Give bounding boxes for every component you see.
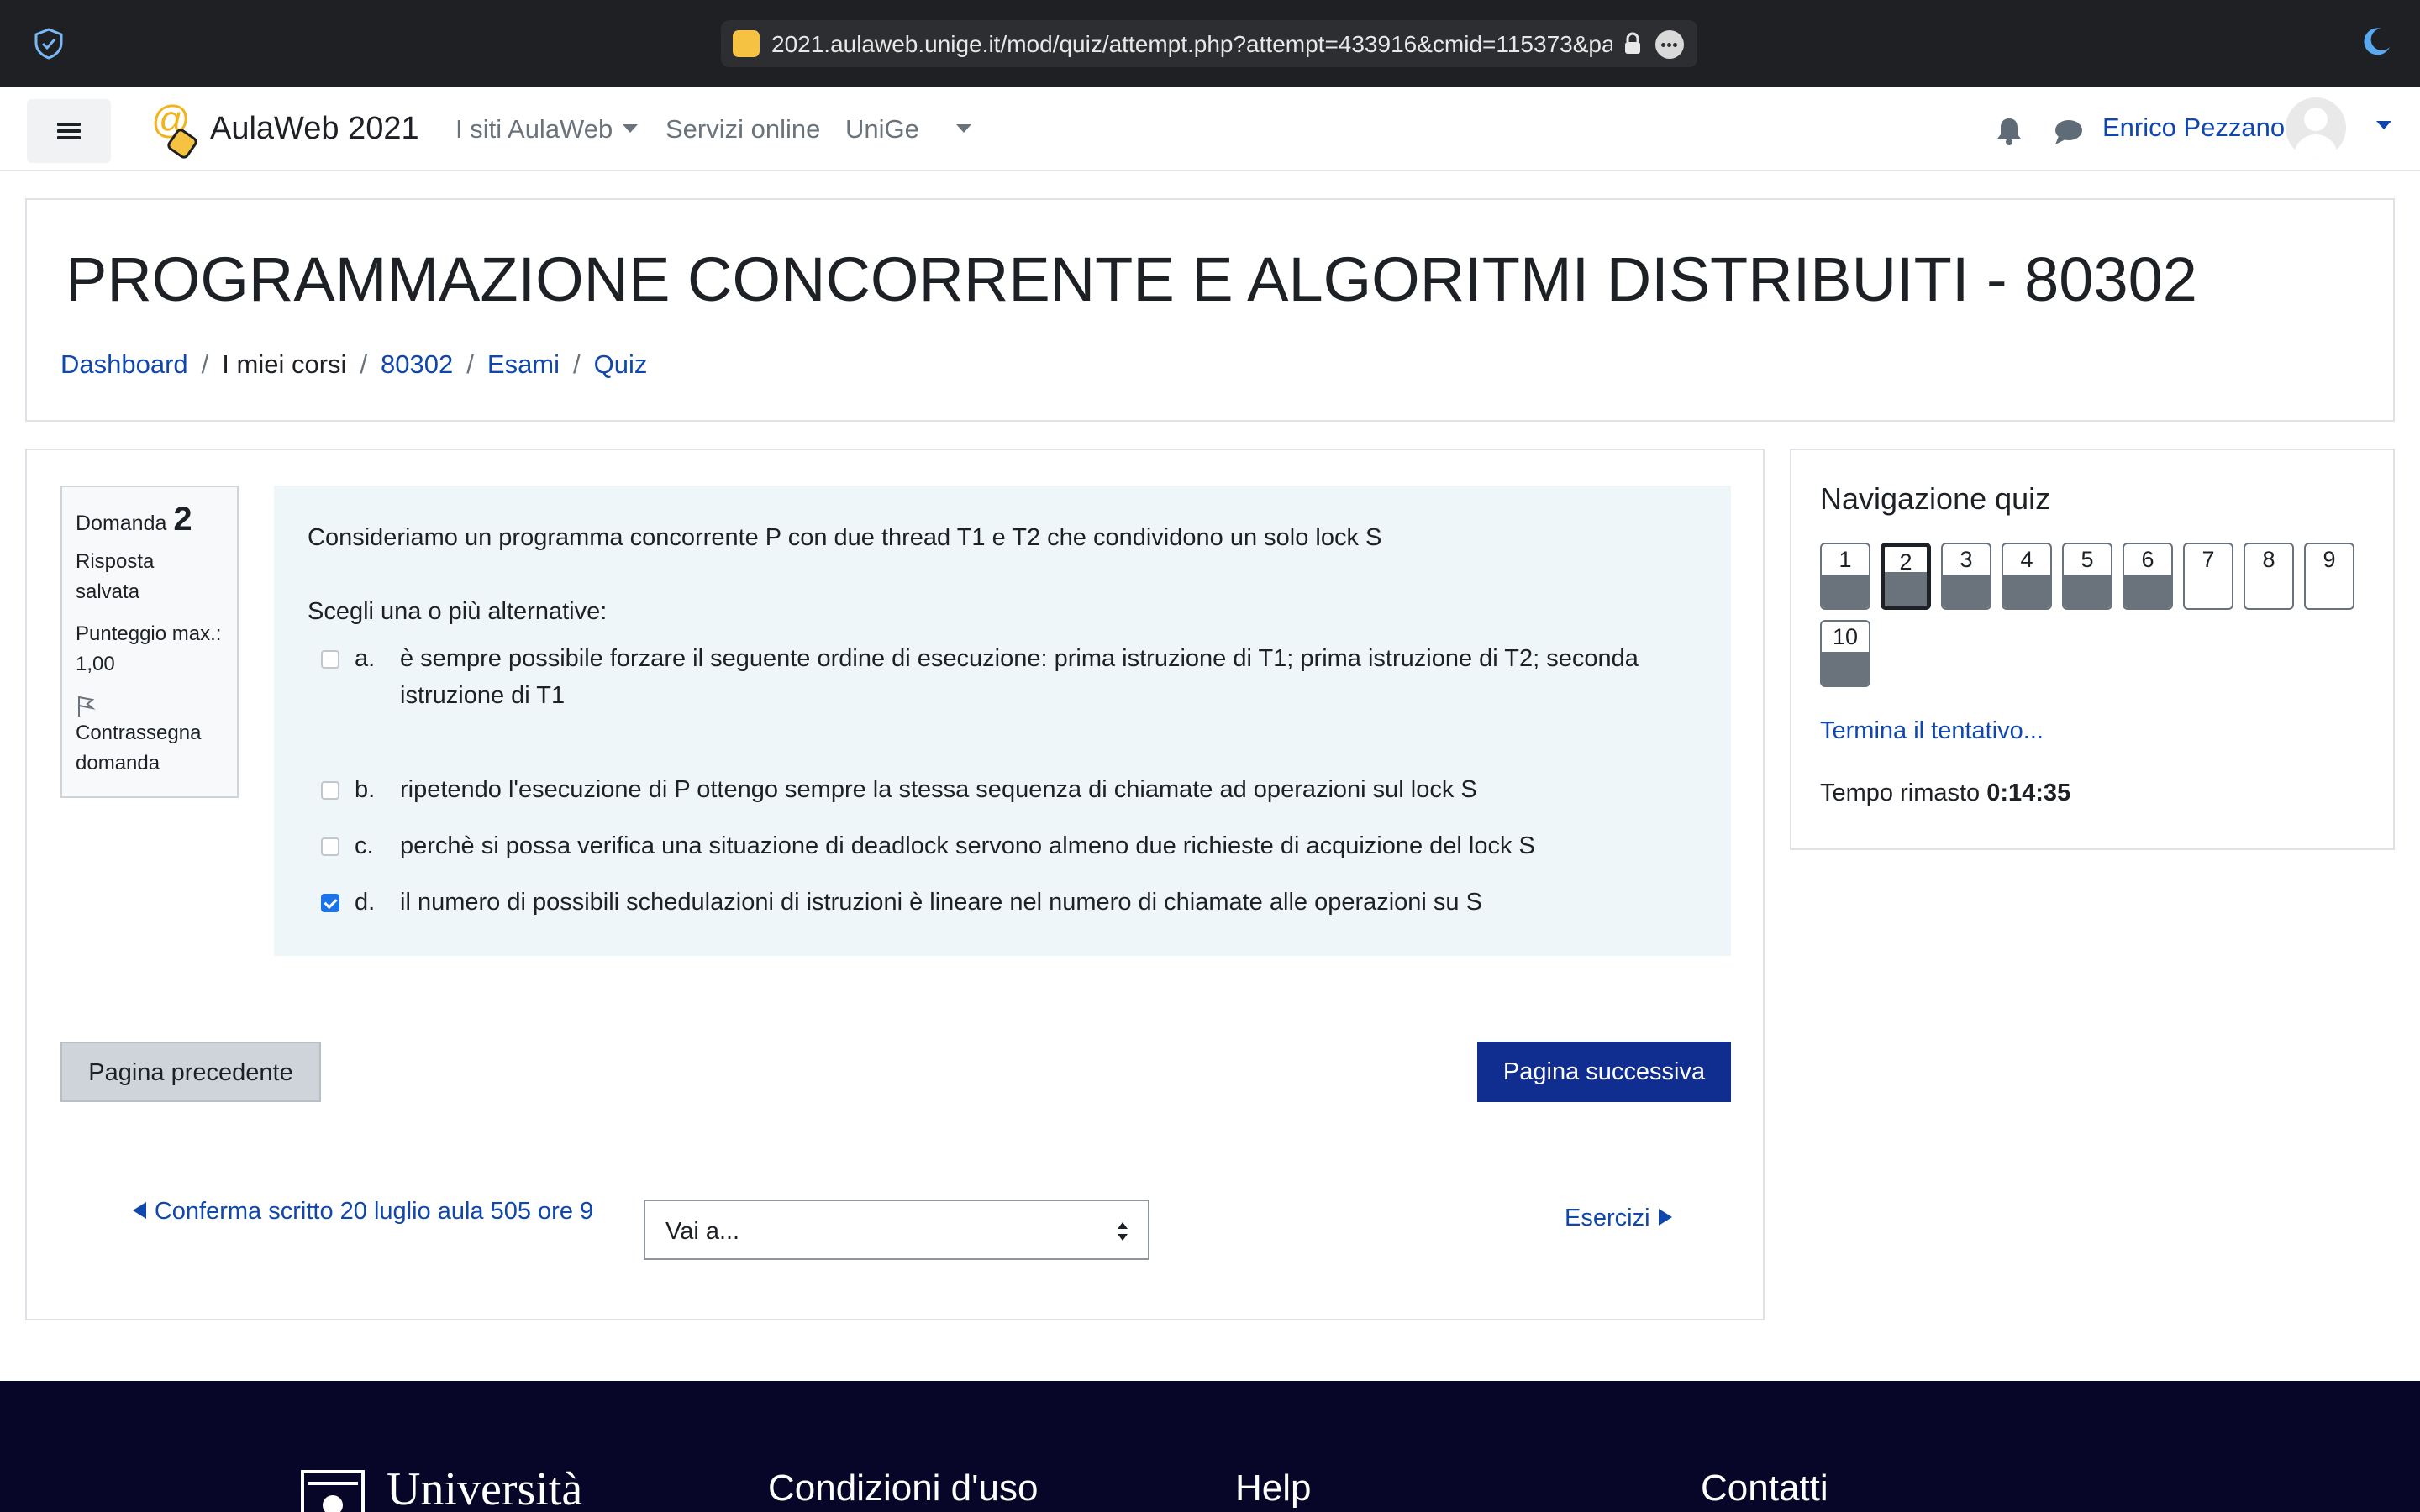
breadcrumb-esami[interactable]: Esami [487, 349, 560, 379]
question-text: Consideriamo un programma concorrente P … [308, 524, 1382, 551]
quiz-attempt-region: Domanda 2 Risposta salvata Punteggio max.… [25, 449, 1765, 1320]
course-header: PROGRAMMAZIONE CONCORRENTE E ALGORITMI D… [25, 198, 2395, 422]
answer-option-c[interactable]: c. perchè si possa verifica una situazio… [308, 827, 1694, 864]
answered-indicator [1885, 572, 1927, 606]
footer-contacts-link[interactable]: Contatti [1701, 1465, 1828, 1512]
question-content: Consideriamo un programma concorrente P … [274, 486, 1731, 956]
answer-option-b[interactable]: b. ripetendo l'esecuzione di P ottengo s… [308, 771, 1694, 808]
user-menu-name[interactable]: Enrico Pezzano [2102, 111, 2285, 144]
jump-to-activity-select[interactable]: Vai a... [644, 1200, 1150, 1260]
quiz-timer: Tempo rimasto 0:14:35 [1820, 780, 2071, 806]
university-name: Università [387, 1463, 583, 1512]
quiz-navigation-block: Navigazione quiz 1 2 3 4 5 6 7 8 9 10 Termina il … [1790, 449, 2395, 850]
site-navbar: @ AulaWeb 2021 I siti AulaWeb Servizi on… [0, 87, 2420, 171]
time-remaining-value: 0:14:35 [1986, 780, 2071, 806]
aulaweb-logo-icon[interactable]: @ [151, 99, 198, 160]
question-max-grade: Punteggio max.: 1,00 [76, 622, 222, 675]
site-brand[interactable]: AulaWeb 2021 [210, 108, 419, 150]
messages-chat-icon[interactable] [2054, 118, 2084, 146]
answered-indicator [1822, 652, 1869, 685]
menu-siti-aulaweb[interactable]: I siti AulaWeb [455, 113, 639, 146]
answered-indicator [2124, 575, 2171, 608]
quiz-nav-question-7[interactable]: 7 [2183, 543, 2233, 610]
flag-question-link[interactable]: Contrassegna domanda [76, 718, 224, 779]
site-favicon-icon [733, 30, 760, 57]
quiz-nav-question-1[interactable]: 1 [1820, 543, 1870, 610]
quiz-nav-question-10[interactable]: 10 [1820, 620, 1870, 687]
page-title: PROGRAMMAZIONE CONCORRENTE E ALGORITMI D… [66, 244, 2197, 314]
notifications-bell-icon[interactable] [1995, 116, 2023, 146]
answered-indicator [2064, 575, 2111, 608]
answered-indicator [1822, 575, 1869, 608]
triangle-right-icon [1658, 1209, 1672, 1226]
answer-checkbox-checked[interactable] [321, 894, 339, 912]
menu-servizi-online[interactable]: Servizi online [666, 113, 820, 146]
chevron-down-icon [955, 123, 971, 133]
quiz-nav-question-5[interactable]: 5 [2062, 543, 2112, 610]
question-prompt: Scegli una o più alternative: [308, 598, 608, 625]
quiz-nav-question-6[interactable]: 6 [2123, 543, 2173, 610]
question-state: Risposta salvata [76, 550, 155, 603]
avatar[interactable] [2286, 97, 2346, 158]
quiz-nav-question-4[interactable]: 4 [2002, 543, 2052, 610]
quiz-nav-question-9[interactable]: 9 [2304, 543, 2354, 610]
answer-checkbox[interactable] [321, 837, 339, 856]
answered-indicator [1943, 575, 1990, 608]
breadcrumb-my-courses: I miei corsi [222, 349, 347, 379]
lock-icon[interactable] [1623, 32, 1642, 55]
chevron-down-icon [623, 123, 639, 133]
breadcrumb-course[interactable]: 80302 [381, 349, 453, 379]
previous-page-button[interactable]: Pagina precedente [60, 1042, 321, 1102]
university-seal-icon [301, 1470, 365, 1512]
url-text[interactable]: 2021.aulaweb.unige.it/mod/quiz/attempt.p… [771, 30, 1612, 59]
quiz-nav-question-8[interactable]: 8 [2244, 543, 2294, 610]
answer-option-d[interactable]: d. il numero di possibili schedulazioni … [308, 884, 1694, 921]
answer-checkbox[interactable] [321, 650, 339, 669]
site-footer: Università Condizioni d'uso Help Contatt… [0, 1381, 2420, 1512]
answer-checkbox[interactable] [321, 781, 339, 800]
footer-help-link[interactable]: Help [1235, 1465, 1312, 1512]
quiz-nav-question-2[interactable]: 2 [1881, 543, 1931, 610]
user-menu-chevron-down-icon[interactable] [2376, 121, 2391, 129]
breadcrumb-separator: / [360, 349, 368, 379]
moon-icon[interactable] [2360, 25, 2393, 59]
breadcrumb: Dashboard / I miei corsi / 80302 / Esami / Quiz [60, 348, 647, 381]
finish-attempt-link[interactable]: Termina il tentativo... [1820, 714, 2044, 748]
menu-unige[interactable]: UniGe [845, 113, 971, 146]
address-bar[interactable]: 2021.aulaweb.unige.it/mod/quiz/attempt.p… [721, 20, 1697, 67]
browser-toolbar: 2021.aulaweb.unige.it/mod/quiz/attempt.p… [0, 0, 2420, 87]
shield-icon[interactable] [32, 27, 66, 60]
breadcrumb-separator: / [201, 349, 209, 379]
previous-activity-link[interactable]: Conferma scritto 20 luglio aula 505 ore … [111, 1193, 615, 1230]
answer-option-a[interactable]: a. è sempre possibile forzare il seguent… [308, 640, 1694, 714]
breadcrumb-dashboard[interactable]: Dashboard [60, 349, 188, 379]
breadcrumb-separator: / [466, 349, 474, 379]
quiz-nav-question-3[interactable]: 3 [1941, 543, 1991, 610]
more-options-icon[interactable] [1655, 30, 1684, 59]
select-arrows-icon [1118, 1222, 1128, 1241]
menu-toggle-button[interactable] [27, 99, 111, 163]
next-page-button[interactable]: Pagina successiva [1477, 1042, 1731, 1102]
breadcrumb-separator: / [573, 349, 581, 379]
question-info: Domanda 2 Risposta salvata Punteggio max.… [60, 486, 239, 798]
quiz-navigation-title: Navigazione quiz [1820, 481, 2051, 516]
flag-icon[interactable] [76, 695, 96, 718]
triangle-left-icon [132, 1202, 146, 1219]
question-number: Domanda 2 [76, 501, 192, 538]
breadcrumb-quiz[interactable]: Quiz [594, 349, 648, 379]
answered-indicator [2003, 575, 2050, 608]
next-activity-link[interactable]: Esercizi [1565, 1200, 1672, 1236]
footer-terms-link[interactable]: Condizioni d'uso [768, 1465, 1039, 1512]
